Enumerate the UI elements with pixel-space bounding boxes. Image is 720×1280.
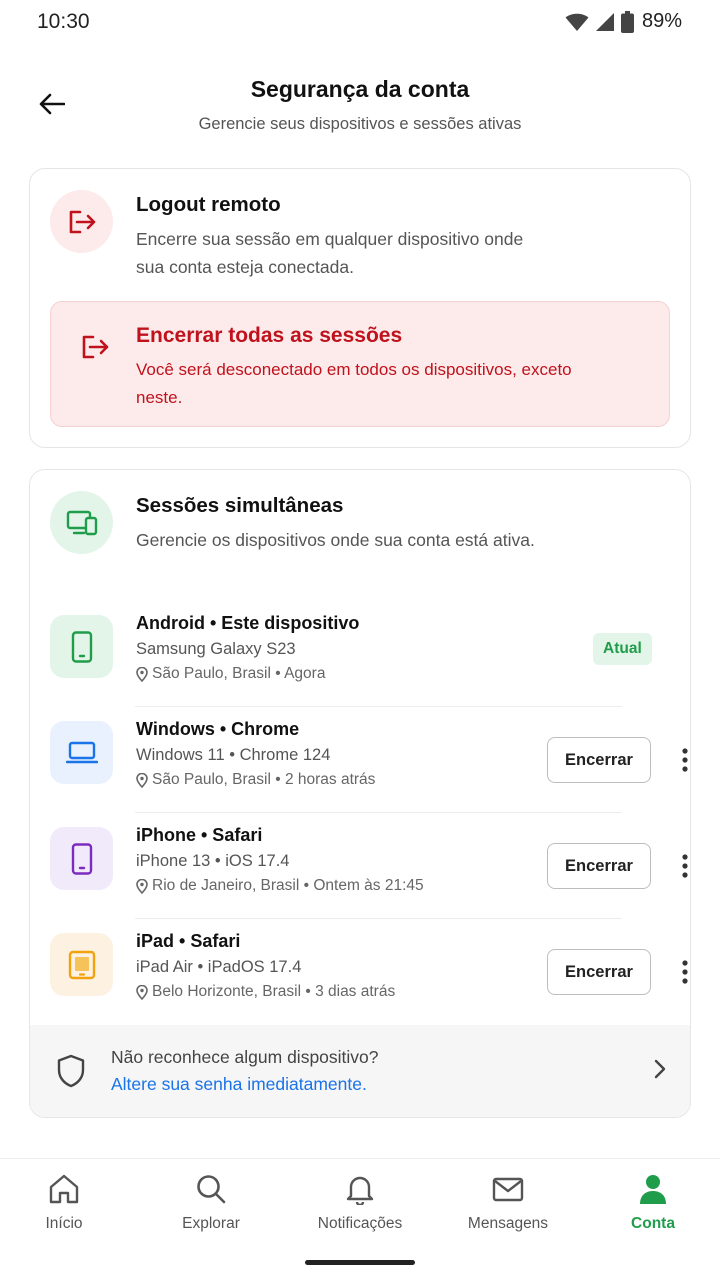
status-bar: 10:30 89% [0, 0, 720, 48]
remote-logout-title: Logout remoto [136, 193, 281, 216]
device-icon-box [50, 721, 113, 784]
home-indicator [305, 1260, 415, 1265]
more-options-button[interactable] [672, 743, 690, 777]
logout-icon-badge [50, 190, 113, 253]
notice-question: Não reconhece algum dispositivo? [111, 1047, 379, 1067]
page-header: Segurança da conta Gerencie seus disposi… [0, 60, 720, 150]
smartphone-icon [71, 630, 92, 663]
simultaneous-sessions-card: Sessões simultâneas Gerencie os disposit… [29, 469, 691, 1118]
device-location: Belo Horizonte, Brasil • 3 dias atrás [136, 983, 395, 1001]
device-name: iPhone • Safari [136, 825, 263, 845]
battery-percentage: 89% [641, 10, 682, 32]
tablet-icon [68, 950, 95, 979]
device-location: Rio de Janeiro, Brasil • Ontem às 21:45 [136, 877, 424, 895]
nav-item-messages[interactable]: Mensagens [438, 1173, 578, 1247]
device-model: Samsung Galaxy S23 [136, 640, 296, 658]
device-row: iPhone • Safari iPhone 13 • iOS 17.4 Rio… [50, 813, 688, 919]
location-pin-icon [136, 772, 148, 788]
wifi-icon [565, 13, 589, 31]
end-all-sessions-button[interactable]: Encerrar todas as sessões Você será desc… [50, 301, 670, 427]
nav-item-explore[interactable]: Explorar [141, 1173, 281, 1247]
laptop-icon [65, 741, 98, 763]
devices-icon [66, 510, 97, 535]
end-all-sessions-description: Você será desconectado em todos os dispo… [136, 360, 572, 407]
more-vertical-icon [682, 854, 688, 878]
device-location-text: São Paulo, Brasil • Agora [152, 665, 326, 682]
smartphone-icon [71, 842, 92, 875]
device-icon-box [50, 933, 113, 996]
location-pin-icon [136, 984, 148, 1000]
change-password-link[interactable]: Altere sua senha imediatamente. [111, 1074, 367, 1095]
nav-item-notifications[interactable]: Notificações [290, 1173, 430, 1247]
status-icons: 89% [565, 10, 682, 33]
home-icon [49, 1174, 79, 1204]
unrecognized-device-notice[interactable]: Não reconhece algum dispositivo? Altere … [30, 1025, 690, 1117]
more-vertical-icon [682, 748, 688, 772]
chevron-right-icon [654, 1059, 666, 1079]
nav-item-home[interactable]: Início [0, 1173, 134, 1247]
device-location: São Paulo, Brasil • 2 horas atrás [136, 771, 375, 789]
nav-label: Mensagens [467, 1215, 549, 1232]
more-options-button[interactable] [672, 955, 690, 989]
device-location: São Paulo, Brasil • Agora [136, 665, 325, 683]
nav-item-account[interactable]: Conta [583, 1173, 720, 1247]
current-device-badge: Atual [593, 633, 652, 665]
more-vertical-icon [682, 960, 688, 984]
device-icon-box [50, 827, 113, 890]
device-location-text: Rio de Janeiro, Brasil • Ontem às 21:45 [152, 877, 424, 894]
device-row: Android • Este dispositivo Samsung Galax… [50, 601, 672, 707]
device-location-text: São Paulo, Brasil • 2 horas atrás [152, 771, 376, 788]
end-session-button[interactable]: Encerrar [547, 843, 651, 889]
nav-label: Explorar [182, 1215, 240, 1232]
device-row: Windows • Chrome Windows 11 • Chrome 124… [50, 707, 688, 813]
bell-icon [346, 1176, 374, 1205]
end-session-button[interactable]: Encerrar [547, 949, 651, 995]
device-name: Windows • Chrome [136, 719, 300, 739]
sessions-description: Gerencie os dispositivos onde sua conta … [136, 530, 535, 550]
page-title: Segurança da conta [250, 76, 470, 102]
nav-label: Conta [631, 1215, 675, 1232]
devices-icon-badge [50, 491, 113, 554]
page-subtitle: Gerencie seus dispositivos e sessões ati… [198, 115, 522, 133]
device-model: Windows 11 • Chrome 124 [136, 746, 331, 764]
more-options-button[interactable] [672, 849, 690, 883]
device-row: iPad • Safari iPad Air • iPadOS 17.4 Bel… [50, 919, 688, 1025]
logout-icon [82, 335, 109, 359]
remote-logout-description: Encerre sua sessão em qualquer dispositi… [136, 229, 524, 277]
account-security-screen: 10:30 89% Segurança da conta Gerencie se… [0, 0, 720, 1280]
location-pin-icon [136, 878, 148, 894]
remote-logout-card: Logout remoto Encerre sua sessão em qual… [29, 168, 691, 448]
nav-label: Início [45, 1215, 83, 1232]
sessions-title: Sessões simultâneas [136, 494, 344, 517]
device-model: iPad Air • iPadOS 17.4 [136, 958, 302, 976]
logout-icon [69, 210, 95, 233]
end-all-sessions-title: Encerrar todas as sessões [136, 324, 403, 347]
location-pin-icon [136, 666, 148, 682]
person-icon [640, 1175, 666, 1204]
battery-icon [620, 10, 634, 33]
end-session-button[interactable]: Encerrar [547, 737, 651, 783]
nav-label: Notificações [317, 1215, 403, 1232]
device-model: iPhone 13 • iOS 17.4 [136, 852, 290, 870]
search-icon [197, 1175, 226, 1204]
shield-icon [57, 1054, 85, 1088]
device-location-text: Belo Horizonte, Brasil • 3 dias atrás [152, 983, 396, 1000]
mail-icon [492, 1177, 524, 1202]
status-time: 10:30 [37, 10, 90, 33]
device-name: iPad • Safari [136, 931, 241, 951]
device-icon-box [50, 615, 113, 678]
signal-icon [595, 12, 614, 31]
device-name: Android • Este dispositivo [136, 613, 360, 633]
